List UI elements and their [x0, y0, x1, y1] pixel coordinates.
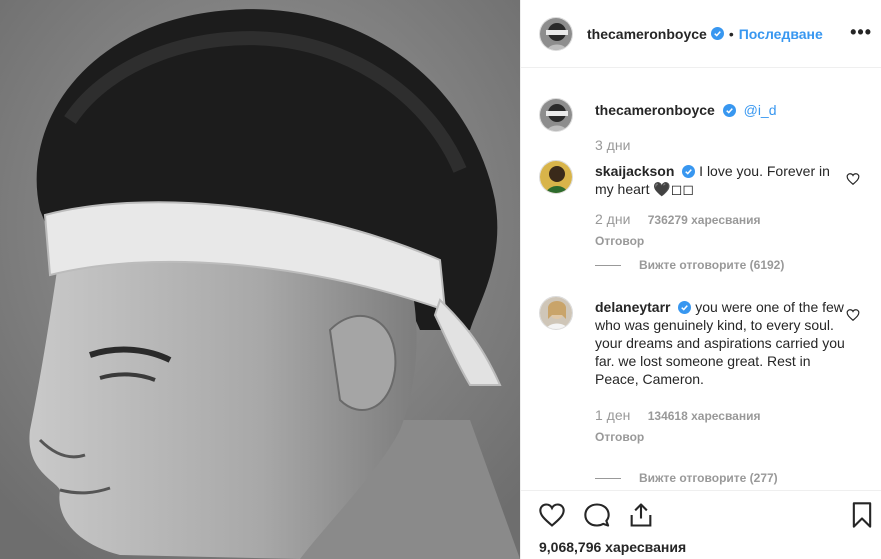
portrait-image: [0, 0, 520, 559]
reply-button[interactable]: Отговор: [595, 232, 845, 250]
comment-icon[interactable]: [583, 501, 611, 529]
follow-button[interactable]: Последване: [739, 26, 823, 42]
comment-username[interactable]: skaijackson: [595, 163, 674, 179]
divider: [595, 477, 621, 479]
username[interactable]: thecameronboyce: [587, 26, 707, 42]
heart-icon[interactable]: [538, 501, 566, 529]
comment-like-icon[interactable]: [846, 172, 860, 186]
bookmark-icon[interactable]: [848, 501, 876, 529]
comment-like-icon[interactable]: [846, 308, 860, 322]
post-photo: [0, 0, 520, 559]
post-sidebar: thecameronboyce • Последване ••• thecame…: [520, 0, 881, 559]
divider: [595, 264, 621, 266]
caption-mention-link[interactable]: @i_d: [744, 102, 777, 118]
avatar[interactable]: [539, 296, 573, 330]
caption-username[interactable]: thecameronboyce: [595, 102, 715, 118]
verified-badge-icon: [682, 165, 696, 178]
verified-badge-icon: [710, 27, 724, 40]
reply-button[interactable]: Отговор: [595, 428, 845, 446]
verified-badge-icon: [722, 104, 736, 117]
view-replies-button[interactable]: Вижте отговорите (6192): [595, 258, 784, 272]
comment-likes[interactable]: 134618 харесвания: [648, 409, 761, 423]
comment-time: 2 дни: [595, 211, 631, 227]
view-replies-label[interactable]: Вижте отговорите (277): [639, 471, 778, 485]
comment-time: 1 ден: [595, 407, 631, 423]
caption-time: 3 дни: [595, 137, 631, 153]
more-options-icon[interactable]: •••: [850, 22, 872, 43]
comment-likes[interactable]: 736279 харесвания: [648, 213, 761, 227]
view-replies-button[interactable]: Вижте отговорите (277): [595, 471, 778, 485]
avatar[interactable]: [539, 98, 573, 132]
view-replies-label[interactable]: Вижте отговорите (6192): [639, 258, 784, 272]
likes-count[interactable]: 9,068,796 харесвания: [539, 539, 686, 555]
post-actions: 9,068,796 харесвания: [521, 490, 881, 559]
separator-dot: •: [728, 25, 734, 42]
share-icon[interactable]: [627, 501, 655, 529]
avatar[interactable]: [539, 160, 573, 194]
post-header: thecameronboyce • Последване •••: [521, 0, 881, 68]
comments-list[interactable]: thecameronboyce @i_d 3 дни skaijackson I…: [521, 68, 881, 488]
avatar[interactable]: [539, 16, 573, 51]
comment-username[interactable]: delaneytarr: [595, 299, 670, 315]
verified-badge-icon: [678, 301, 692, 314]
